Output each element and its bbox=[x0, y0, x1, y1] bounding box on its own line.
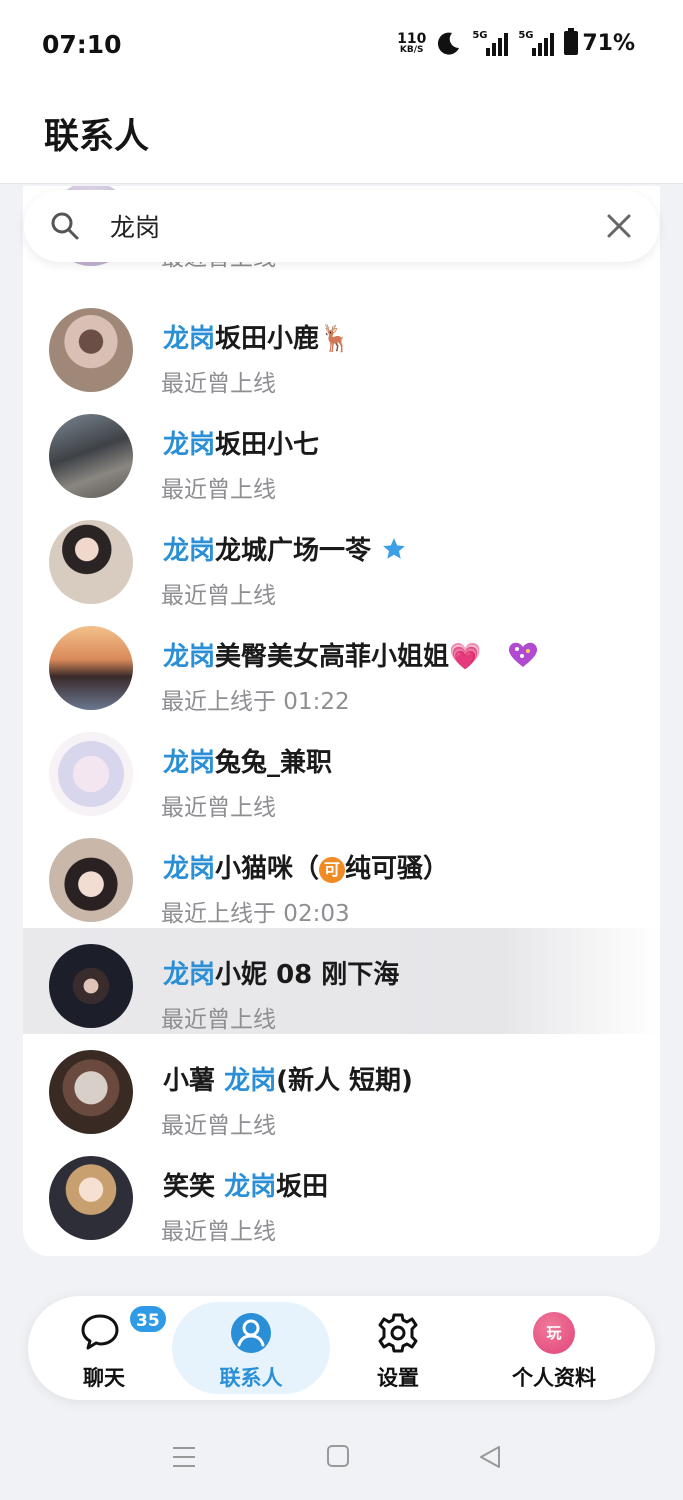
avatar bbox=[49, 414, 133, 498]
system-nav-bar bbox=[0, 1410, 683, 1500]
profile-avatar: 玩 bbox=[533, 1312, 575, 1354]
tab-profile-label: 个人资料 bbox=[512, 1366, 596, 1390]
contact-row[interactable]: 龙岗龙城广场一苓 最近曾上线 bbox=[23, 504, 660, 610]
status-bar: 07:10 110 KB/S 5G 5G 71% bbox=[0, 0, 683, 90]
contact-status: 最近上线于 02:03 bbox=[161, 901, 350, 927]
search-icon bbox=[51, 212, 79, 240]
search-input[interactable] bbox=[110, 204, 580, 248]
avatar bbox=[49, 520, 133, 604]
close-icon[interactable] bbox=[605, 212, 633, 240]
back-icon[interactable] bbox=[478, 1444, 502, 1470]
contact-row[interactable]: 龙岗小猫咪（可纯可骚） 最近上线于 02:03 bbox=[23, 822, 660, 928]
avatar bbox=[49, 732, 133, 816]
contact-name: 龙岗美臀美女高菲小姐姐💗 bbox=[163, 636, 540, 673]
contact-status: 最近曾上线 bbox=[161, 1113, 276, 1139]
contact-name: 龙岗小猫咪（可纯可骚） bbox=[163, 854, 450, 884]
tab-profile[interactable]: 玩 个人资料 bbox=[494, 1302, 614, 1394]
tab-contacts[interactable]: 联系人 bbox=[172, 1302, 330, 1394]
contact-status: 最近曾上线 bbox=[161, 795, 276, 821]
contact-row[interactable]: 笑笑 龙岗坂田 最近曾上线 bbox=[23, 1140, 660, 1246]
avatar bbox=[49, 944, 133, 1028]
avatar bbox=[49, 308, 133, 392]
avatar bbox=[49, 626, 133, 710]
contact-name: 小薯 龙岗(新人 短期) bbox=[163, 1066, 413, 1096]
contact-row[interactable]: 小薯 龙岗(新人 短期) 最近曾上线 bbox=[23, 1034, 660, 1140]
user-icon bbox=[231, 1313, 271, 1353]
battery-level: 71% bbox=[582, 30, 635, 56]
net-speed-value: 110 bbox=[397, 30, 427, 47]
page-title: 联系人 bbox=[44, 117, 150, 157]
battery-icon: 71% bbox=[564, 28, 635, 56]
contact-name: 龙岗龙城广场一苓 bbox=[163, 530, 407, 567]
tab-settings-label: 设置 bbox=[377, 1366, 419, 1390]
moon-icon bbox=[438, 32, 460, 55]
gear-icon bbox=[378, 1313, 418, 1353]
star-icon bbox=[383, 538, 405, 559]
bottom-tab-bar: 35 聊天 联系人 设置 玩 个人资料 bbox=[28, 1296, 655, 1400]
contact-name: 龙岗小妮 08 刚下海 bbox=[163, 960, 400, 990]
contact-name: 龙岗坂田小鹿🦌 bbox=[163, 324, 352, 354]
avatar bbox=[49, 1156, 133, 1240]
signal-icon: 5G bbox=[472, 30, 509, 56]
ke-badge-icon: 可 bbox=[319, 857, 346, 883]
avatar bbox=[49, 838, 133, 922]
search-bar[interactable] bbox=[24, 190, 659, 262]
contact-status: 最近曾上线 bbox=[161, 477, 276, 503]
contact-row[interactable]: 龙岗兔兔_兼职 最近曾上线 bbox=[23, 716, 660, 822]
contact-status: 最近曾上线 bbox=[161, 371, 276, 397]
signal-icon-2: 5G bbox=[518, 30, 555, 56]
chat-icon bbox=[81, 1314, 119, 1350]
tab-chat[interactable]: 35 聊天 bbox=[48, 1302, 168, 1394]
status-icons: 110 KB/S 5G 5G 71% bbox=[397, 28, 635, 56]
sparkling-heart-icon bbox=[509, 642, 538, 667]
avatar bbox=[49, 1050, 133, 1134]
contact-name: 龙岗兔兔_兼职 bbox=[163, 748, 333, 778]
contact-status: 最近曾上线 bbox=[161, 1219, 276, 1245]
tab-settings[interactable]: 设置 bbox=[342, 1302, 454, 1394]
contact-row[interactable]: 龙岗坂田小七 最近曾上线 bbox=[23, 398, 660, 504]
net-speed-unit: KB/S bbox=[399, 44, 424, 55]
contact-status: 最近曾上线 bbox=[161, 583, 276, 609]
contact-name: 笑笑 龙岗坂田 bbox=[163, 1172, 329, 1202]
home-icon[interactable] bbox=[326, 1444, 350, 1468]
menu-icon[interactable] bbox=[171, 1444, 197, 1470]
unread-badge: 35 bbox=[128, 1304, 168, 1334]
header: 联系人 bbox=[0, 90, 683, 184]
tab-contacts-label: 联系人 bbox=[219, 1366, 283, 1390]
net-speed: 110 KB/S bbox=[397, 32, 426, 55]
tab-chat-label: 聊天 bbox=[83, 1366, 125, 1390]
contact-status: 最近曾上线 bbox=[161, 1007, 276, 1033]
contact-status: 最近上线于 01:22 bbox=[161, 689, 350, 715]
contact-row[interactable]: 龙岗坂田小鹿🦌 最近曾上线 bbox=[23, 292, 660, 398]
contact-row[interactable]: 龙岗美臀美女高菲小姐姐💗 最近上线于 01:22 bbox=[23, 610, 660, 716]
contact-name: 龙岗坂田小七 bbox=[163, 430, 320, 460]
contact-row-selected[interactable]: 龙岗小妮 08 刚下海 最近曾上线 bbox=[23, 928, 660, 1034]
contact-list: 最近曾上线 龙岗坂田小鹿🦌 最近曾上线 龙岗坂田小七 最近曾上线 龙岗龙城广场一… bbox=[23, 186, 660, 1256]
status-time: 07:10 bbox=[42, 30, 122, 59]
